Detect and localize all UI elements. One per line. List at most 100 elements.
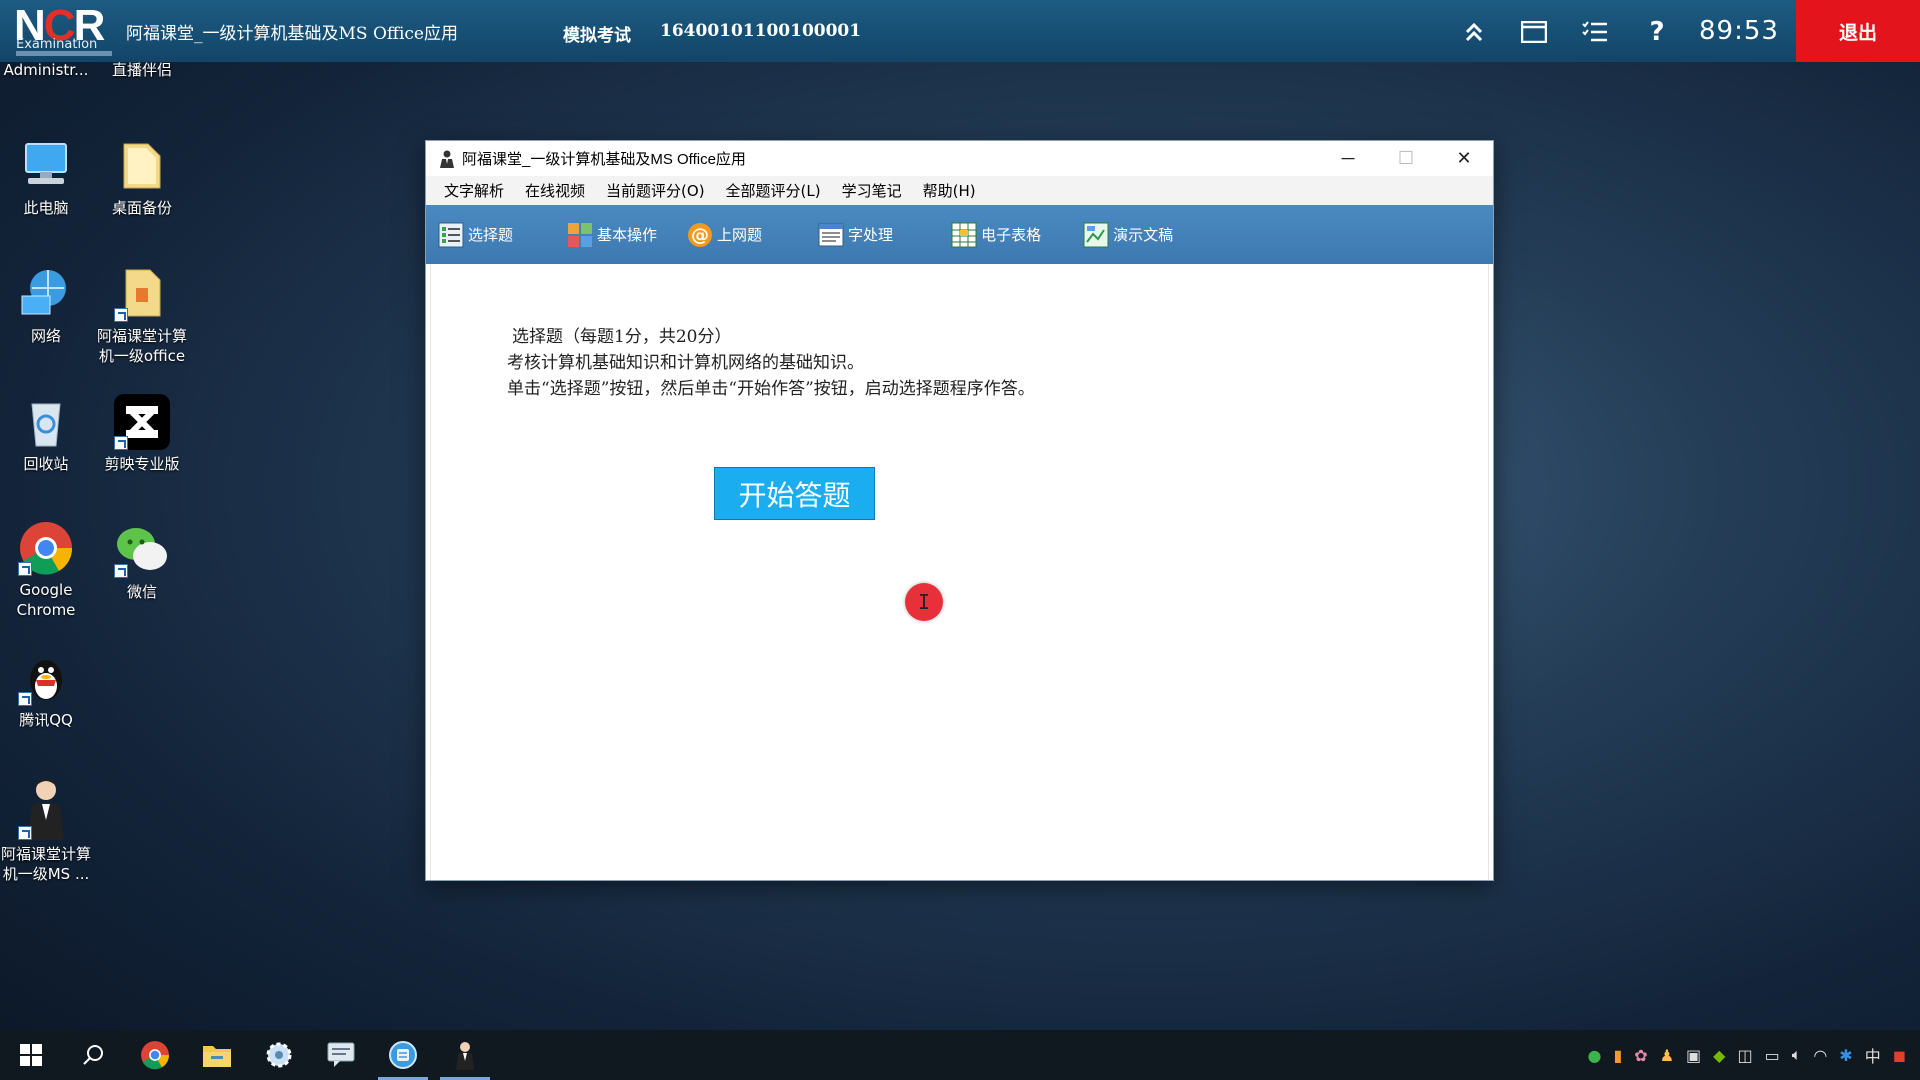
svg-text:@: @	[691, 225, 709, 246]
at-sign-icon: @	[687, 222, 713, 248]
question-type-toolbar: 选择题 基本操作 @ 上网题 字处理 电子表格 演示文稿	[426, 205, 1493, 264]
desktop-icon-desktop-backup[interactable]: 桌面备份	[94, 138, 190, 218]
desktop-label: Administr...	[3, 61, 89, 79]
exam-top-bar: NCR Examination 阿福课堂_一级计算机基础及MS Office应用…	[0, 0, 1920, 62]
spreadsheet-icon	[951, 222, 977, 248]
teacher-app-icon[interactable]	[434, 1030, 496, 1080]
close-button[interactable]: ✕	[1435, 141, 1493, 176]
window-icon[interactable]	[1520, 18, 1548, 46]
desktop-label: 剪映专业版	[104, 455, 180, 473]
help-icon[interactable]: ?	[1643, 17, 1671, 47]
toolbar-excel-label: 电子表格	[981, 226, 1042, 244]
tray-gpu-icon[interactable]: ◆	[1713, 1046, 1725, 1065]
collapse-up-icon[interactable]	[1460, 18, 1488, 46]
desktop-icon-capcut[interactable]: 剪映专业版	[94, 394, 190, 474]
chat-app-icon[interactable]	[310, 1030, 372, 1080]
question-list-icon[interactable]	[1581, 18, 1609, 46]
system-tray: ● ▮ ✿ ♟ ▣ ◆ ◫ ▭ 🔈︎ ◠ ✱ 中 ◼	[1588, 1030, 1907, 1080]
menu-online-video[interactable]: 在线视频	[525, 180, 585, 201]
toolbar-choice-label: 选择题	[468, 226, 514, 244]
window-title: 阿福课堂_一级计算机基础及MS Office应用	[462, 151, 746, 168]
ncre-logo: NCR Examination	[14, 1, 126, 61]
tray-flower-icon[interactable]: ✿	[1634, 1046, 1647, 1065]
desktop-icon-network[interactable]: 网络	[0, 266, 94, 346]
menu-help[interactable]: 帮助(H)	[923, 180, 976, 201]
windows-start-icon[interactable]	[0, 1030, 62, 1080]
tray-volume-icon[interactable]: 🔈︎	[1792, 1045, 1802, 1065]
desktop-icon-recycle-bin[interactable]: 回收站	[0, 394, 94, 474]
tray-wps-icon[interactable]: ◼	[1893, 1046, 1906, 1065]
tray-green-app-icon[interactable]: ●	[1588, 1046, 1602, 1065]
settings-gear-icon[interactable]	[248, 1030, 310, 1080]
wechat-icon	[114, 522, 170, 578]
instruction-line-1: 选择题（每题1分，共20分）	[512, 327, 732, 347]
presentation-icon	[1083, 222, 1109, 248]
desktop-icon-tencent-qq[interactable]: 腾讯QQ	[0, 650, 94, 730]
tray-bluetooth-icon[interactable]: ✱	[1839, 1046, 1852, 1065]
basic-ops-icon	[567, 222, 593, 248]
start-answer-button[interactable]: 开始答题	[714, 467, 875, 520]
toolbar-word-button[interactable]: 字处理	[812, 218, 899, 252]
chrome-icon	[18, 520, 74, 576]
window-menu-bar: 文字解析 在线视频 当前题评分(O) 全部题评分(L) 学习笔记 帮助(H)	[426, 176, 1493, 205]
exit-button[interactable]: 退出	[1796, 0, 1920, 62]
toolbar-internet-label: 上网题	[717, 226, 763, 244]
tray-wifi-icon[interactable]: ◠	[1813, 1046, 1827, 1065]
desktop-icon-wechat[interactable]: 微信	[94, 522, 190, 602]
question-content-area: 选择题（每题1分，共20分） 考核计算机基础知识和计算机网络的基础知识。 单击“…	[430, 264, 1489, 880]
desktop-label: 回收站	[23, 455, 69, 473]
word-doc-icon	[818, 222, 844, 248]
maximize-button[interactable]: ☐	[1377, 141, 1435, 176]
qq-icon	[18, 650, 74, 706]
menu-study-notes[interactable]: 学习笔记	[842, 180, 902, 201]
tray-monitor-icon[interactable]: ▣	[1686, 1046, 1701, 1065]
desktop-label: 此电脑	[23, 199, 69, 217]
taskbar: ● ▮ ✿ ♟ ▣ ◆ ◫ ▭ 🔈︎ ◠ ✱ 中 ◼	[0, 1030, 1920, 1080]
desktop-icon-google-chrome[interactable]: Google Chrome	[0, 520, 94, 620]
desktop-label: Google Chrome	[16, 581, 76, 619]
exam-title: 阿福课堂_一级计算机基础及MS Office应用	[126, 23, 458, 44]
menu-score-current[interactable]: 当前题评分(O)	[606, 180, 705, 201]
folder-doc-icon	[114, 266, 170, 322]
desktop-icon-afu-ms-office[interactable]: 阿福课堂计算机一级MS ...	[0, 776, 94, 884]
file-explorer-icon[interactable]	[186, 1030, 248, 1080]
window-titlebar[interactable]: 阿福课堂_一级计算机基础及MS Office应用 ─ ☐ ✕	[426, 141, 1493, 176]
tray-display-icon[interactable]: ◫	[1737, 1046, 1752, 1065]
exam-app-window: 阿福课堂_一级计算机基础及MS Office应用 ─ ☐ ✕ 文字解析 在线视频…	[426, 141, 1493, 880]
desktop-icon-afu-office-folder[interactable]: 阿福课堂计算机一级office	[94, 266, 190, 366]
toolbar-internet-button[interactable]: @ 上网题	[681, 218, 768, 252]
tray-battery-icon[interactable]: ▭	[1765, 1046, 1780, 1065]
instruction-line-3: 单击“选择题”按钮，然后单击“开始作答”按钮，启动选择题程序作答。	[507, 379, 1035, 399]
minimize-button[interactable]: ─	[1319, 141, 1377, 176]
desktop-label: 微信	[126, 583, 157, 601]
toolbar-basic-ops-label: 基本操作	[597, 226, 658, 244]
app-person-icon	[438, 150, 456, 168]
toolbar-word-label: 字处理	[848, 226, 894, 244]
toolbar-choice-button[interactable]: 选择题	[432, 218, 519, 252]
chrome-icon[interactable]	[124, 1030, 186, 1080]
menu-score-all[interactable]: 全部题评分(L)	[726, 180, 821, 201]
search-icon[interactable]	[62, 1030, 124, 1080]
recycle-bin-icon	[18, 394, 74, 450]
desktop-icon-administrator[interactable]: Administr...	[0, 60, 94, 80]
instruction-line-2: 考核计算机基础知识和计算机网络的基础知识。	[507, 353, 864, 373]
menu-text-analysis[interactable]: 文字解析	[444, 180, 504, 201]
tray-person-icon[interactable]: ♟	[1660, 1046, 1674, 1065]
exam-mode-label: 模拟考试	[563, 26, 631, 46]
tray-doc-icon[interactable]: ▮	[1613, 1046, 1622, 1065]
toolbar-ppt-button[interactable]: 演示文稿	[1077, 218, 1179, 252]
logo-sub-text: Examination	[16, 37, 98, 52]
desktop-label: 腾讯QQ	[19, 711, 73, 729]
desktop-label: 阿福课堂计算机一级office	[96, 327, 187, 365]
desktop-label: 桌面备份	[111, 199, 172, 217]
desktop-icon-live-companion[interactable]: 直播伴侣	[94, 60, 190, 80]
folder-icon	[114, 138, 170, 194]
capcut-icon	[114, 394, 170, 450]
network-icon	[18, 266, 74, 322]
toolbar-basic-ops-button[interactable]: 基本操作	[561, 218, 663, 252]
desktop-icon-this-pc[interactable]: 此电脑	[0, 138, 94, 218]
desktop-label: 网络	[30, 327, 61, 345]
toolbar-excel-button[interactable]: 电子表格	[945, 218, 1047, 252]
tray-ime-indicator[interactable]: 中	[1865, 1043, 1881, 1067]
browser-e-icon[interactable]	[372, 1030, 434, 1080]
